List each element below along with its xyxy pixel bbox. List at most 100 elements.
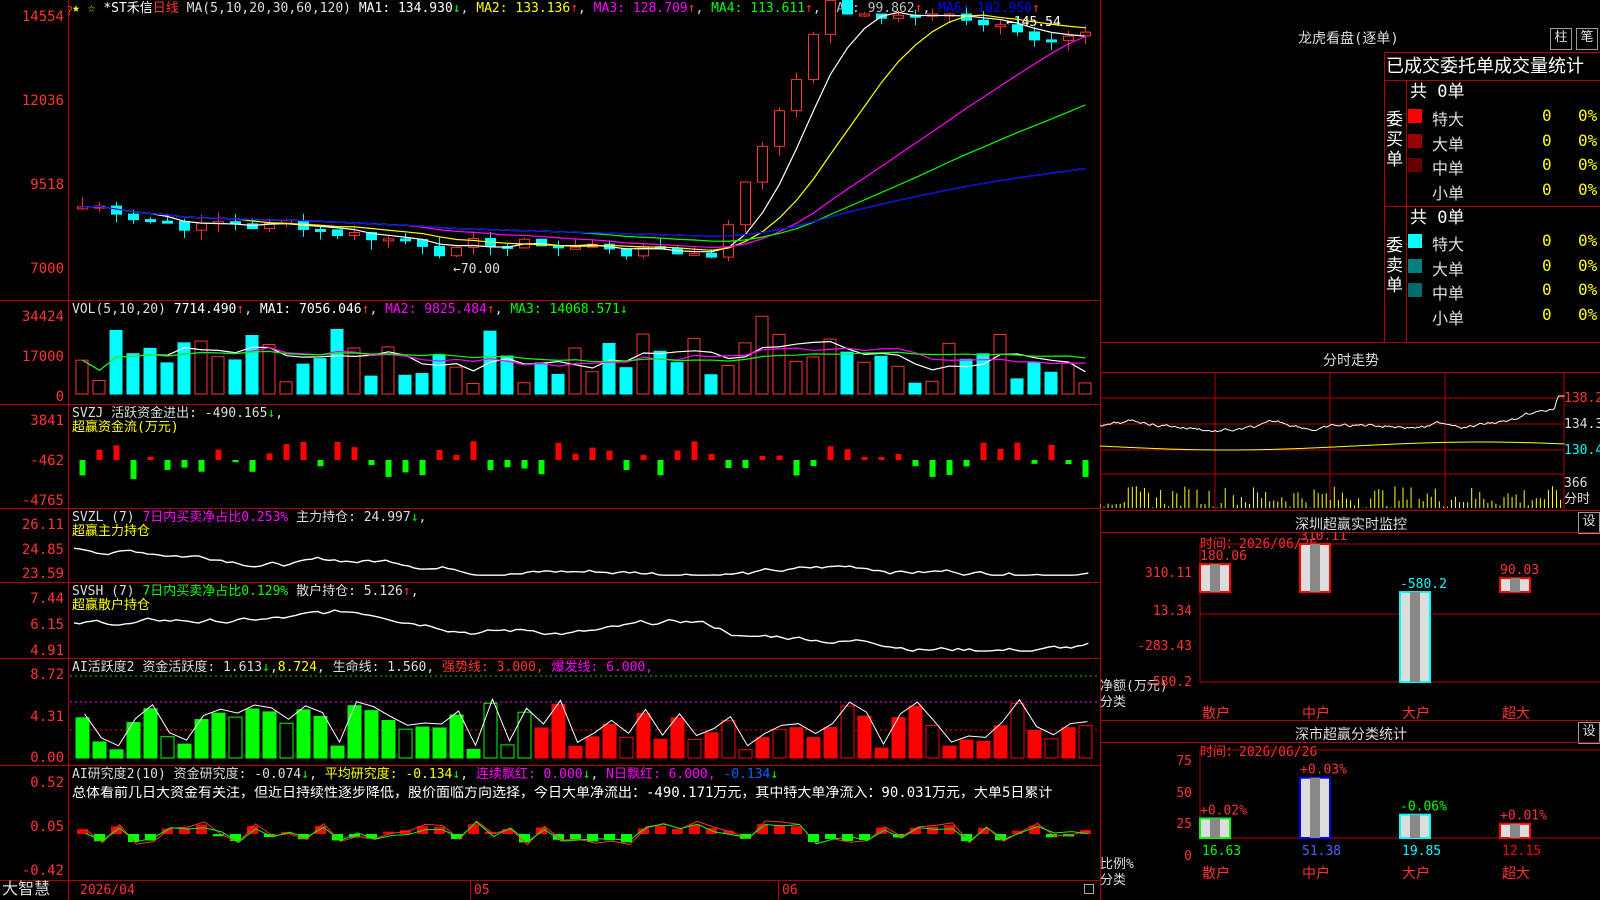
candle-body [1029,31,1040,41]
candlesticks [77,0,1091,262]
volume-bar [92,379,106,395]
activity-bar [126,722,141,759]
sz-class-chart[interactable]: +0.02% 16.63 散户 +0.03% 51.38 中户 -0.06% 19.85 大户 +… [1100,742,1600,900]
row-name: 小单 [1432,183,1465,203]
candle-body [332,229,343,237]
svzj-bar [895,454,902,460]
research-bar [825,834,836,839]
intraday-tick: 138.2 [1564,391,1600,406]
activity-bar [347,705,362,759]
vol-ma-arrow: ↓ [619,302,628,317]
ai-activity-bars [70,675,1098,759]
row-count: 0 [1542,106,1552,125]
candle-body [179,220,190,231]
svzj-bar [963,460,970,467]
date-start: 2026/04 [80,883,135,898]
bar-value-label: 51.38 [1302,844,1341,859]
svzj-bar [504,460,511,468]
volume-bar [398,374,412,395]
lock-icon[interactable] [1084,884,1094,894]
volume-bar [245,334,259,395]
svzj-bar [742,460,749,468]
row-pct: 0% [1578,106,1598,125]
volume-bar [517,382,531,395]
activity-bar [483,702,498,759]
activity-bar [92,741,107,759]
y-tick: 3841 [30,413,64,429]
bar-value-label: 12.15 [1502,844,1541,859]
activity-bar [840,705,855,759]
volume-bar [602,342,616,395]
tick-view-button[interactable]: 笔 [1576,28,1598,50]
order-row: 特大 0 0% [1408,229,1600,254]
svzj-bar [657,460,664,476]
volume-bar [755,315,769,395]
row-name: 特大 [1432,235,1465,254]
intraday-chart[interactable] [1100,372,1600,510]
order-row: 小单 0 0% [1408,303,1600,328]
svzj-bar [810,460,817,466]
activity-bar [891,717,906,759]
divider [1384,80,1600,81]
sell-side-label: 委卖单 [1386,236,1403,296]
activity-bar [857,715,872,759]
divider [1406,80,1407,342]
volume-bar [959,358,973,395]
activity-bar [177,743,192,759]
dragon-title: 龙虎看盘(逐单) [1298,31,1399,47]
activity-bar [517,711,532,759]
y-tick: 8.72 [30,667,64,683]
candle-body [162,220,173,224]
research-bar [672,828,683,834]
activity-bar [602,723,617,759]
candle-body [774,110,785,147]
research-bar [570,834,581,840]
activity-bar [806,737,821,759]
activity-bar [636,712,651,759]
bar-shade [1410,814,1420,838]
svzj-bar [419,460,426,476]
candle-body [349,232,360,237]
sep: , [494,302,503,317]
candle-body [247,223,258,230]
volume-bar [1078,382,1092,395]
svzj-bar [521,460,528,469]
bar-shade [1510,578,1520,593]
row-count: 0 [1542,231,1552,250]
svsh-header: SVSH (7) 7日内买卖净占比0.129% 散户持仓: 5.126↑, [72,584,419,599]
volume-bar [1010,378,1024,395]
candle-body [859,13,870,17]
activity-bar [959,739,974,759]
svzj-bar [674,450,681,460]
sz-monitor-chart[interactable]: 180.06 散户 310.11 中户 -580.2 大户 90.03 超大 [1100,532,1600,720]
brand-logo[interactable]: 大智慧 [2,881,50,897]
row-count: 0 [1542,255,1552,275]
research-bar [587,834,598,842]
activity-bar [296,709,311,759]
color-swatch [1408,283,1422,297]
activity-bar [993,725,1008,759]
activity-bar [160,736,175,759]
bar-view-button[interactable]: 柱 [1550,28,1572,50]
activity-bar [279,722,294,759]
activity-bar [908,705,923,759]
svzl-header: SVZL (7) 7日内买卖净占比0.253% 主力持仓: 24.997↓, [72,510,427,525]
svsh-line [73,609,1089,652]
activity-bar [313,715,328,759]
sz-monitor-settings-button[interactable]: 设 [1578,512,1600,534]
row-count: 0 [1542,179,1552,199]
vol-ma-value: 7056.046 [299,302,362,317]
sz-class-settings-button[interactable]: 设 [1578,722,1600,744]
svzj-bar [555,442,562,460]
volume-bar [1044,371,1058,395]
candle-body [570,246,581,250]
activity-bar [211,712,226,759]
activity-bar [551,703,566,759]
svzj-bar [181,460,188,468]
volume-bar [1061,362,1075,395]
candle-body [995,24,1006,28]
chart-canvas[interactable] [0,0,1100,900]
category-label: 大户 [1402,705,1430,720]
svzj-bars [79,441,1089,479]
category-label: 大户 [1402,865,1430,882]
